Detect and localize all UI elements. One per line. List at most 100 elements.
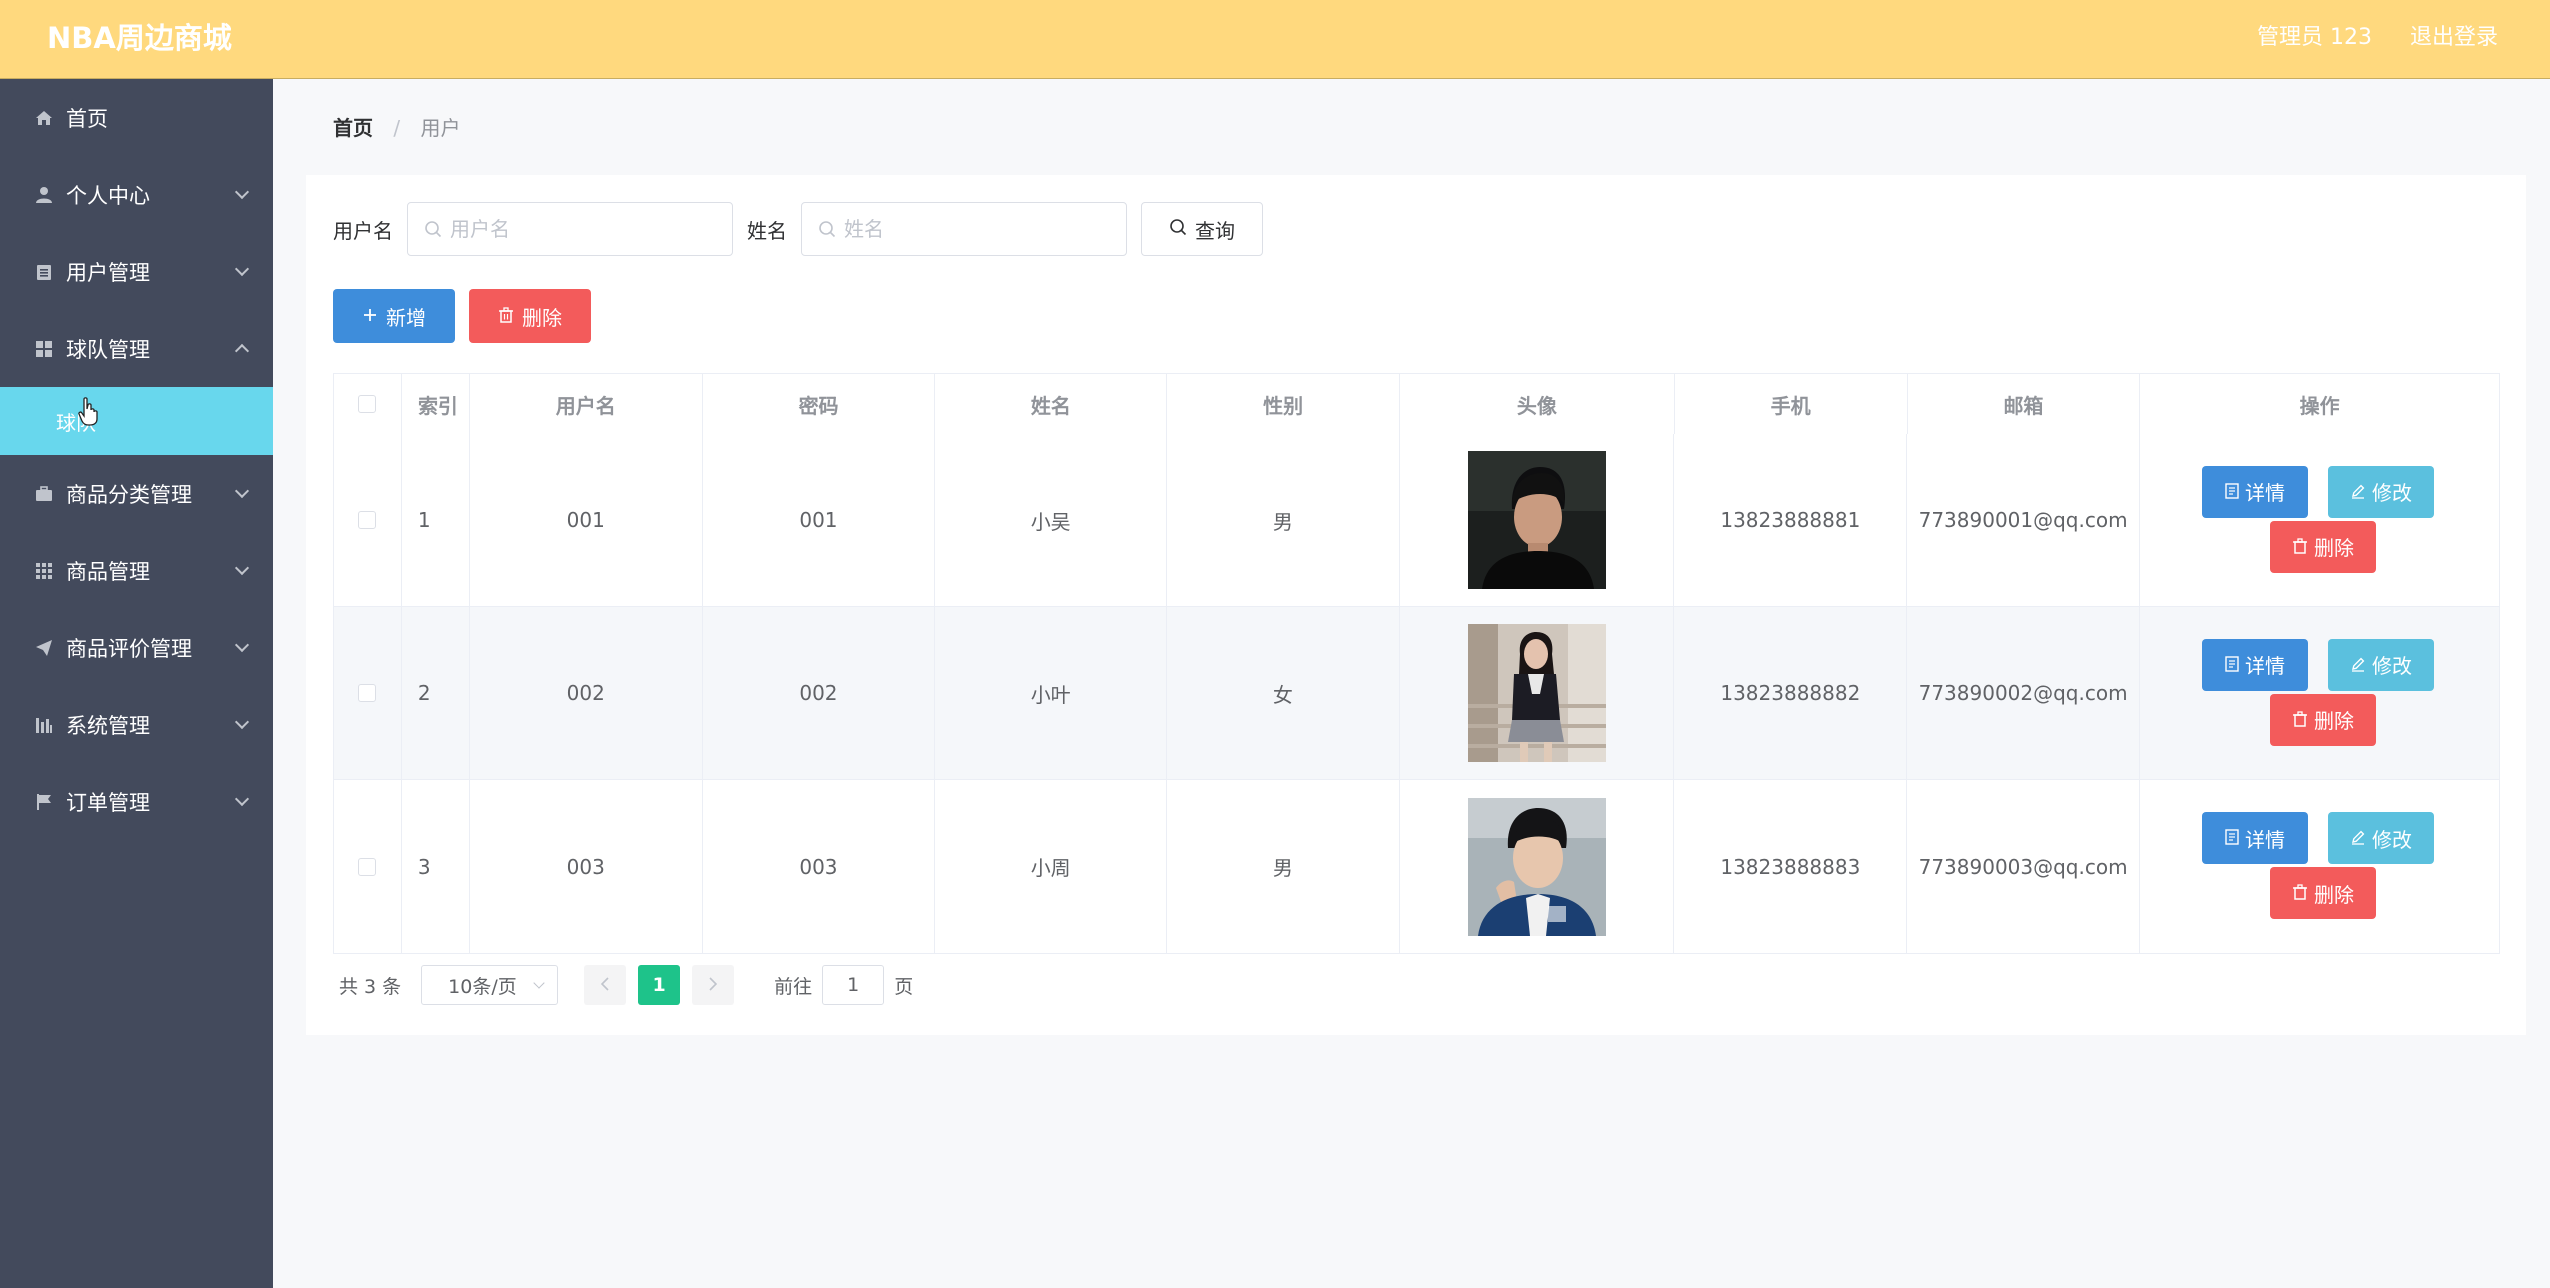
page-number-current[interactable]: 1 (638, 965, 681, 1005)
sidebar-item-label: 首页 (66, 106, 108, 131)
delete-button[interactable]: 删除 (2269, 693, 2376, 746)
query-button[interactable]: 查询 (1141, 202, 1263, 256)
sidebar-item-system[interactable]: 系统管理 (0, 686, 273, 763)
table-row: 1 001 001 小吴 男 13823888881 773890001@qq.… (334, 434, 2499, 607)
sidebar-item-label: 个人中心 (66, 183, 150, 208)
document-icon (2225, 480, 2239, 504)
sidebar-item-orders[interactable]: 订单管理 (0, 763, 273, 840)
cell-password: 003 (703, 780, 936, 953)
send-icon (34, 638, 54, 658)
header-username: 用户名 (470, 374, 703, 434)
cell-phone: 13823888882 (1674, 607, 1908, 779)
select-all-checkbox[interactable] (358, 395, 377, 413)
user-icon (34, 185, 54, 205)
search-icon (818, 220, 836, 238)
name-input[interactable] (844, 217, 1114, 241)
sidebar-item-label: 商品评价管理 (66, 636, 192, 661)
delete-button-label: 删除 (2313, 536, 2354, 560)
sidebar-subitem-team[interactable]: 球队 (0, 387, 273, 455)
row-actions: 详情 修改 删除 (2140, 607, 2499, 780)
cell-email: 773890001@qq.com (1907, 434, 2140, 606)
edit-button[interactable]: 修改 (2327, 638, 2434, 691)
sidebar-item-label: 系统管理 (66, 713, 150, 738)
delete-button[interactable]: 删除 (2269, 520, 2376, 573)
cell-actions: 详情 修改 删除 (2140, 780, 2499, 953)
prev-page-button[interactable] (584, 965, 627, 1005)
top-header: NBA周边商城 管理员 123 退出登录 (0, 0, 2550, 79)
detail-button[interactable]: 详情 (2201, 812, 2308, 864)
detail-button-label: 详情 (2244, 481, 2285, 505)
sidebar-item-label: 球队管理 (66, 337, 150, 362)
cell-name: 小叶 (935, 607, 1168, 779)
header-name: 姓名 (935, 374, 1168, 434)
chevron-down-icon (234, 560, 250, 576)
cell-email: 773890003@qq.com (1907, 780, 2140, 953)
edit-button-label: 修改 (2371, 827, 2412, 852)
breadcrumb-current: 用户 (420, 116, 461, 140)
main-card: 用户名 姓名 查询 新增 (306, 175, 2526, 1035)
delete-button[interactable]: 删除 (2269, 867, 2376, 919)
chevron-down-icon (234, 791, 250, 807)
edit-button[interactable]: 修改 (2327, 465, 2434, 518)
cell-password: 002 (703, 607, 936, 779)
cell-name: 小周 (935, 780, 1168, 953)
row-actions: 详情 修改 删除 (2140, 434, 2499, 607)
cell-sex: 男 (1167, 434, 1400, 606)
breadcrumb-home[interactable]: 首页 (333, 116, 373, 140)
cell-actions: 详情 修改 删除 (2140, 434, 2499, 606)
sidebar-item-home[interactable]: 首页 (0, 79, 273, 156)
delete-button-label: 删除 (2313, 709, 2354, 733)
name-input-wrapper (801, 202, 1127, 256)
row-checkbox[interactable] (358, 511, 377, 529)
logout-link[interactable]: 退出登录 (2410, 20, 2498, 56)
cell-password: 001 (703, 434, 936, 606)
avatar-image (1467, 624, 1606, 762)
goto-suffix: 页 (894, 975, 914, 998)
home-icon (34, 108, 54, 128)
briefcase-icon (34, 484, 54, 504)
header-actions: 操作 (2299, 393, 2340, 418)
cell-phone: 13823888881 (1674, 434, 1908, 606)
search-form: 用户名 姓名 查询 (333, 202, 1263, 256)
sidebar-item-categories[interactable]: 商品分类管理 (0, 455, 273, 532)
avatar-image (1467, 797, 1606, 936)
flag-icon (34, 792, 54, 812)
plus-icon (362, 304, 378, 328)
chevron-down-icon (234, 637, 250, 653)
cell-phone: 13823888883 (1674, 780, 1908, 953)
header-sex: 性别 (1167, 374, 1401, 434)
grid-icon (34, 339, 54, 359)
sidebar-item-profile[interactable]: 个人中心 (0, 156, 273, 233)
row-checkbox[interactable] (358, 684, 377, 702)
sidebar-item-users[interactable]: 用户管理 (0, 233, 273, 310)
batch-delete-label: 删除 (522, 305, 562, 330)
table-header-row: 索引 用户名 密码 姓名 性别 头像 手机 邮箱 操作 (334, 374, 2499, 434)
add-button[interactable]: 新增 (333, 289, 455, 343)
detail-button[interactable]: 详情 (2201, 465, 2308, 518)
sidebar-item-reviews[interactable]: 商品评价管理 (0, 609, 273, 686)
next-page-button[interactable] (692, 965, 735, 1005)
detail-button[interactable]: 详情 (2201, 638, 2308, 691)
edit-button[interactable]: 修改 (2327, 812, 2434, 864)
chevron-down-icon (234, 714, 250, 730)
sidebar: 首页 个人中心 用户管理 球队管理 球队 商品分类管理 商品管理 商品评价管理 … (0, 79, 273, 1288)
header-password: 密码 (703, 374, 936, 434)
trash-icon (2292, 881, 2308, 905)
row-checkbox[interactable] (358, 857, 377, 876)
cell-email: 773890002@qq.com (1907, 607, 2140, 779)
sidebar-item-label: 商品管理 (66, 559, 150, 584)
sidebar-item-products[interactable]: 商品管理 (0, 532, 273, 609)
page-size-select[interactable]: 10条/页 (421, 965, 559, 1005)
username-input[interactable] (450, 217, 720, 241)
sidebar-item-teams[interactable]: 球队管理 (0, 310, 273, 387)
delete-button-label: 删除 (2313, 882, 2354, 907)
avatar-image (1467, 451, 1606, 589)
goto-page-input[interactable]: 1 (822, 965, 885, 1005)
chevron-down-icon (234, 483, 250, 499)
cell-index: 3 (402, 780, 470, 953)
batch-delete-button[interactable]: 删除 (469, 289, 591, 343)
document-icon (2225, 826, 2239, 850)
search-icon (1169, 217, 1187, 241)
edit-button-label: 修改 (2371, 481, 2412, 505)
edit-icon (2350, 826, 2366, 850)
